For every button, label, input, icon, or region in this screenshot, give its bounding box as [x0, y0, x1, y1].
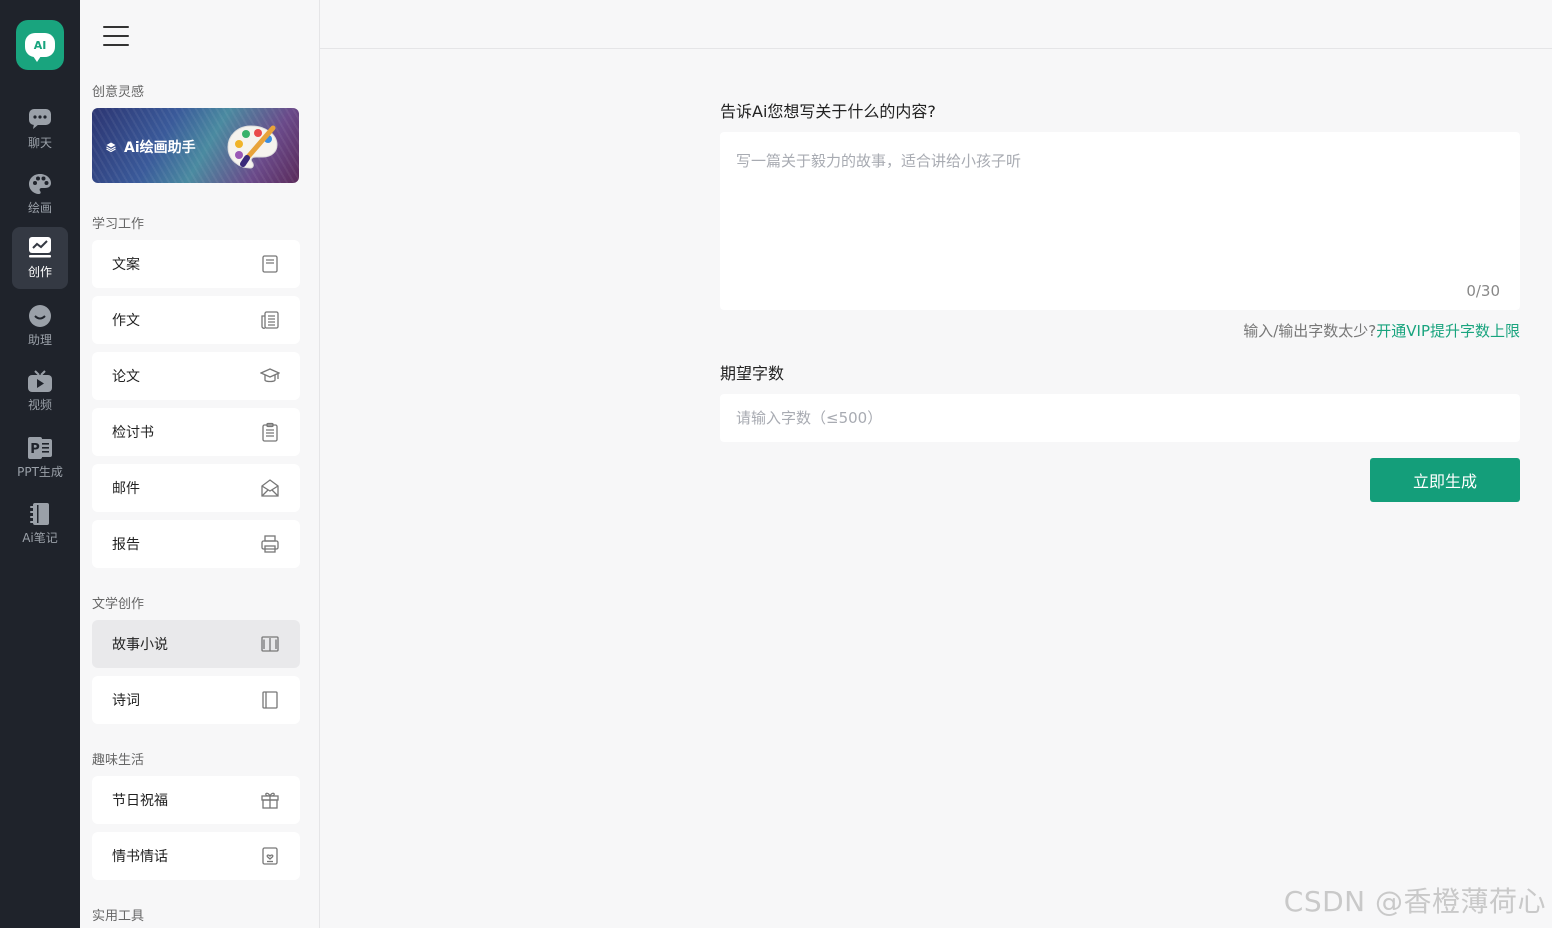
menu-item-label: 情书情话 [112, 849, 168, 865]
book-icon [262, 691, 278, 709]
newspaper-icon [261, 311, 279, 329]
ai-drawing-banner[interactable]: Ai绘画助手 [92, 108, 299, 183]
watermark: CSDN @香橙薄荷心 [1283, 885, 1546, 918]
logo-text: AI [25, 33, 55, 62]
create-icon [27, 236, 53, 260]
rail-label-assistant: 助理 [27, 333, 52, 347]
menu-item-festival-wishes[interactable]: 节日祝福 [92, 776, 300, 824]
rail-label-create: 创作 [27, 265, 52, 279]
envelope-icon [261, 479, 279, 497]
assistant-icon [27, 304, 53, 328]
rail-label-chat: 聊天 [27, 136, 52, 150]
svg-text:P: P [30, 442, 40, 457]
menu-item-label: 报告 [112, 537, 140, 553]
menu-item-paper[interactable]: 论文 [92, 352, 300, 400]
menu-item-label: 节日祝福 [112, 793, 168, 809]
feature-sidebar: 创意灵感 Ai绘画助手 学习工作 文案 作文 论文 检讨书 邮件 报告 文学创作… [80, 0, 320, 928]
menu-item-love-letter[interactable]: 情书情话 [92, 832, 300, 880]
rail-item-draw[interactable]: 绘画 [12, 163, 68, 225]
word-count-input[interactable] [720, 394, 1520, 442]
menu-item-story[interactable]: 故事小说 [92, 620, 300, 668]
document-icon [262, 255, 278, 273]
banner-label: Ai绘画助手 [124, 140, 196, 156]
section-label-fun-life: 趣味生活 [92, 753, 145, 768]
chat-icon [27, 107, 53, 131]
rail-item-assistant[interactable]: 助理 [12, 295, 68, 357]
menu-item-essay[interactable]: 作文 [92, 296, 300, 344]
generate-button[interactable]: 立即生成 [1370, 458, 1520, 502]
video-icon [27, 369, 53, 393]
upgrade-vip-link[interactable]: 开通VIP提升字数上限 [1376, 322, 1520, 340]
menu-item-label: 文案 [112, 257, 140, 273]
rail-item-video[interactable]: 视频 [12, 360, 68, 422]
rail-label-draw: 绘画 [27, 201, 52, 215]
rail-item-notes[interactable]: Ai笔记 [12, 493, 68, 555]
menu-item-self-criticism[interactable]: 检讨书 [92, 408, 300, 456]
menu-item-label: 论文 [112, 369, 140, 385]
notebook-icon [27, 502, 53, 526]
layers-icon [106, 142, 116, 152]
rail-label-notes: Ai笔记 [22, 531, 58, 545]
graduation-cap-icon [260, 368, 280, 383]
paint-palette-icon [227, 125, 278, 169]
menu-toggle-icon[interactable] [103, 26, 129, 46]
rail-item-create[interactable]: 创作 [12, 227, 68, 289]
gift-icon [261, 792, 279, 809]
book-open-icon [261, 636, 279, 652]
content-textarea-box: 0/30 [720, 132, 1520, 310]
hint-text: 输入/输出字数太少? [1243, 322, 1377, 340]
menu-item-copywriting[interactable]: 文案 [92, 240, 300, 288]
rail-item-ppt[interactable]: P PPT生成 [12, 427, 68, 489]
palette-icon [27, 172, 53, 196]
rail-label-video: 视频 [27, 398, 52, 412]
menu-item-label: 邮件 [112, 481, 140, 497]
section-label-inspiration: 创意灵感 [92, 85, 145, 100]
menu-item-label: 作文 [112, 313, 140, 329]
menu-item-report[interactable]: 报告 [92, 520, 300, 568]
section-label-study-work: 学习工作 [92, 217, 145, 232]
ppt-icon: P [27, 436, 53, 460]
content-textarea[interactable] [720, 132, 1520, 310]
clipboard-icon [262, 422, 278, 442]
printer-icon [261, 535, 279, 553]
menu-item-poetry[interactable]: 诗词 [92, 676, 300, 724]
top-bar [320, 0, 1552, 49]
word-limit-hint: 输入/输出字数太少?开通VIP提升字数上限 [1243, 320, 1520, 341]
app-rail: AI 聊天 绘画 创作 助理 视频 P PPT生成 Ai笔记 [0, 0, 80, 928]
rail-label-ppt: PPT生成 [17, 465, 63, 479]
menu-item-email[interactable]: 邮件 [92, 464, 300, 512]
love-letter-icon [262, 847, 278, 865]
section-label-tools: 实用工具 [92, 909, 145, 924]
char-counter: 0/30 [1466, 282, 1500, 300]
app-logo[interactable]: AI [16, 20, 64, 70]
menu-item-label: 检讨书 [112, 425, 154, 441]
content-question-label: 告诉Ai您想写关于什么的内容? [720, 102, 936, 121]
menu-item-label: 诗词 [112, 693, 140, 709]
rail-item-chat[interactable]: 聊天 [12, 98, 68, 160]
menu-item-label: 故事小说 [112, 637, 168, 653]
word-count-label: 期望字数 [720, 364, 785, 383]
section-label-literature: 文学创作 [92, 597, 145, 612]
